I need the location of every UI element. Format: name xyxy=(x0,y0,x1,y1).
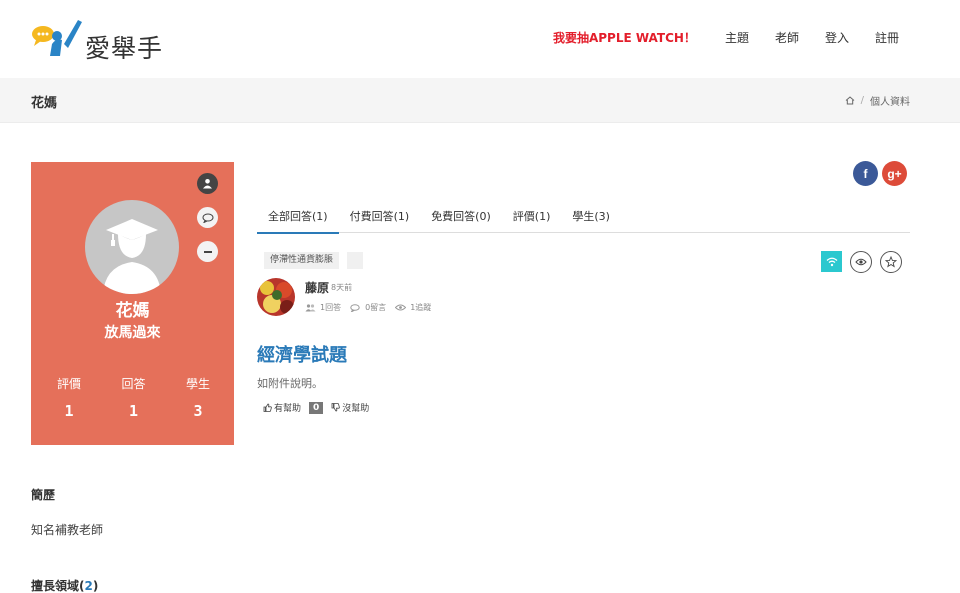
googleplus-share-button[interactable]: g+ xyxy=(882,161,907,186)
resume-heading: 簡歷 xyxy=(31,488,56,502)
main-nav: 我要抽APPLE WATCH！ 主題 老師 登入 註冊 xyxy=(540,30,912,46)
tab-ratings[interactable]: 評價(1) xyxy=(502,197,562,233)
user-icon xyxy=(203,179,212,189)
stat-ratings[interactable]: 評價 1 xyxy=(49,375,89,420)
tab-all-answers[interactable]: 全部回答(1) xyxy=(257,197,339,234)
question-vote: 有幫助 0 沒幫助 xyxy=(263,401,369,414)
tab-paid-answers[interactable]: 付費回答(1) xyxy=(339,197,421,233)
resume-text: 知名補教老師 xyxy=(31,523,104,537)
logo-text: 愛舉手 xyxy=(85,34,164,63)
facebook-icon: f xyxy=(863,166,868,181)
nav-topics-link[interactable]: 主題 xyxy=(712,30,762,46)
follows-count: 1追蹤 xyxy=(395,302,431,313)
stat-students[interactable]: 學生 3 xyxy=(178,375,218,420)
question-tag-empty xyxy=(347,252,364,269)
answer-tabs: 全部回答(1) 付費回答(1) 免費回答(0) 評價(1) 學生(3) xyxy=(257,197,910,234)
googleplus-icon: g+ xyxy=(887,166,902,181)
comment-icon xyxy=(350,303,360,312)
profile-name: 花媽 xyxy=(115,301,150,321)
stat-label: 學生 xyxy=(185,377,210,391)
facebook-share-button[interactable]: f xyxy=(853,161,878,186)
page-title: 花媽 xyxy=(31,96,58,111)
answers-count: 1回答 xyxy=(305,302,341,313)
nav-teachers-link[interactable]: 老師 xyxy=(762,30,812,46)
chat-bubble-icon xyxy=(202,213,213,223)
question-user-avatar[interactable] xyxy=(257,278,295,316)
profile-stats: 評價 1 回答 1 學生 3 xyxy=(31,375,234,420)
question-favorite-button[interactable] xyxy=(880,251,902,273)
comments-count-text: 0留言 xyxy=(365,303,387,312)
site-header: 愛舉手 我要抽APPLE WATCH！ 主題 老師 登入 註冊 xyxy=(0,0,960,78)
expertise-heading: 擅長領域(2) xyxy=(31,577,98,593)
stat-label: 回答 xyxy=(121,377,146,391)
question-description: 如附件說明。 xyxy=(257,377,323,390)
page-titlebar: 花媽 / 個人資料 xyxy=(0,78,960,123)
helpful-button[interactable]: 有幫助 xyxy=(263,401,301,414)
profile-card: 花媽 放馬過來 評價 1 回答 1 學生 3 xyxy=(31,162,234,445)
stat-value: 1 xyxy=(64,402,74,420)
question-signal-button[interactable] xyxy=(821,251,842,272)
follows-count-text: 1追蹤 xyxy=(410,303,432,312)
expertise-label: 擅長領域 xyxy=(31,579,80,593)
site-logo[interactable]: 愛舉手 xyxy=(30,16,170,63)
stat-answers[interactable]: 回答 1 xyxy=(114,375,154,420)
profile-user-button[interactable] xyxy=(197,173,218,194)
question-watch-button[interactable] xyxy=(850,251,872,273)
star-icon xyxy=(885,256,897,268)
nav-register-link[interactable]: 註冊 xyxy=(862,30,912,46)
question-time: 8天前 xyxy=(331,283,353,292)
profile-actions xyxy=(197,173,218,262)
comments-count: 0留言 xyxy=(350,302,386,313)
nav-promo-link[interactable]: 我要抽APPLE WATCH！ xyxy=(540,30,712,46)
helpful-count: 0 xyxy=(309,401,324,414)
flower-avatar-image xyxy=(257,278,295,316)
profile-message-button[interactable] xyxy=(197,207,218,228)
eye-icon xyxy=(855,258,867,266)
stat-value: 3 xyxy=(193,402,203,420)
unhelpful-button[interactable]: 沒幫助 xyxy=(331,401,369,414)
profile-avatar xyxy=(85,200,179,294)
expertise-count: 2 xyxy=(84,579,93,593)
logo-hand-icon xyxy=(32,20,82,56)
users-icon xyxy=(305,303,316,311)
question-tag[interactable]: 停滯性通貨膨脹 xyxy=(264,252,340,269)
social-share: f g+ xyxy=(853,161,907,186)
question-user-name[interactable]: 藤原 xyxy=(305,279,329,296)
stat-value: 1 xyxy=(128,402,139,420)
minus-icon xyxy=(203,250,212,253)
question-tags: 停滯性通貨膨脹 xyxy=(264,252,364,269)
expertise-count-close: ) xyxy=(92,579,99,593)
tab-students[interactable]: 學生(3) xyxy=(561,197,621,233)
tab-free-answers[interactable]: 免費回答(0) xyxy=(420,197,502,233)
eye-icon xyxy=(395,304,407,311)
question-actions xyxy=(821,251,902,273)
helpful-label: 有幫助 xyxy=(274,404,302,414)
breadcrumb: / 個人資料 xyxy=(845,93,910,108)
breadcrumb-current: 個人資料 xyxy=(870,97,910,108)
answers-count-text: 1回答 xyxy=(320,303,342,312)
profile-remove-button[interactable] xyxy=(197,241,218,262)
question-title[interactable]: 經濟學試題 xyxy=(257,341,347,367)
unhelpful-label: 沒幫助 xyxy=(342,404,370,414)
nav-login-link[interactable]: 登入 xyxy=(812,30,862,46)
question-meta: 1回答 0留言 1追蹤 xyxy=(305,302,431,313)
thumbs-down-icon xyxy=(331,403,341,412)
profile-subtitle: 放馬過來 xyxy=(104,325,161,341)
stat-label: 評價 xyxy=(56,377,81,391)
breadcrumb-separator: / xyxy=(860,95,864,106)
thumbs-up-icon xyxy=(263,403,272,412)
wifi-icon xyxy=(826,257,837,266)
home-icon[interactable] xyxy=(845,96,855,105)
graduate-avatar-icon xyxy=(103,219,161,294)
